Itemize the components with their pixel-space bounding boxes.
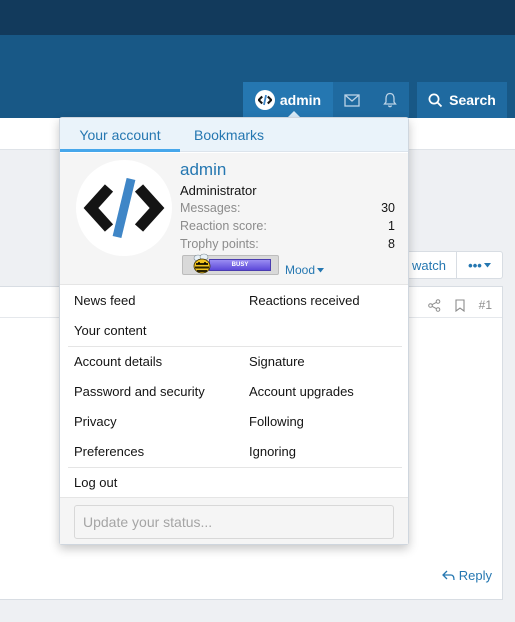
menu-following[interactable]: Following: [249, 414, 304, 429]
stat-value: 1: [388, 219, 395, 233]
user-menu-name: admin: [279, 92, 322, 108]
user-avatar-small: [254, 90, 275, 110]
menu-signature[interactable]: Signature: [249, 354, 305, 369]
bell-icon: [383, 92, 397, 108]
stat-label: Trophy points:: [180, 237, 259, 251]
menu-password-security[interactable]: Password and security: [74, 384, 205, 399]
search-icon: [428, 93, 443, 107]
profile-user-title: Administrator: [180, 183, 257, 198]
code-logo-icon: [83, 177, 165, 239]
mood-label: Mood: [285, 263, 316, 277]
menu-your-content[interactable]: Your content: [74, 323, 147, 338]
code-logo-icon: [257, 94, 272, 106]
alerts-button[interactable]: [371, 82, 409, 118]
profile-username[interactable]: admin: [180, 160, 226, 180]
stat-reaction-score: Reaction score: 1: [180, 219, 395, 233]
mood-badge-text: BUSY: [209, 259, 271, 271]
envelope-icon: [344, 93, 360, 107]
share-icon[interactable]: [427, 298, 441, 312]
caret-down-icon: [483, 262, 491, 267]
menu-privacy[interactable]: Privacy: [74, 414, 117, 429]
search-button[interactable]: Search: [417, 82, 507, 118]
profile-card: admin Administrator Messages: 30 Reactio…: [60, 153, 408, 285]
menu-ignoring[interactable]: Ignoring: [249, 444, 296, 459]
stat-messages: Messages: 30: [180, 201, 395, 215]
menu-account-upgrades[interactable]: Account upgrades: [249, 384, 354, 399]
stat-label: Reaction score:: [180, 219, 267, 233]
reply-button[interactable]: Reply: [441, 568, 492, 583]
stat-label: Messages:: [180, 201, 241, 215]
menu-log-out[interactable]: Log out: [74, 475, 117, 490]
search-label: Search: [449, 92, 496, 108]
menu-divider: [68, 467, 402, 468]
mood-badge: BUSY: [182, 253, 279, 275]
status-input[interactable]: [74, 505, 394, 539]
menu-preferences[interactable]: Preferences: [74, 444, 144, 459]
more-options-button[interactable]: •••: [456, 251, 503, 279]
stat-trophy-points: Trophy points: 8: [180, 237, 395, 251]
tab-your-account[interactable]: Your account: [60, 118, 180, 152]
bookmark-icon[interactable]: [455, 298, 465, 312]
post-number[interactable]: #1: [479, 298, 492, 312]
status-update-area: [60, 497, 408, 544]
mood-dropdown[interactable]: Mood: [285, 263, 325, 277]
menu-news-feed[interactable]: News feed: [74, 293, 135, 308]
conversations-button[interactable]: [333, 82, 371, 118]
tab-bookmarks[interactable]: Bookmarks: [194, 118, 264, 152]
reply-label: Reply: [458, 568, 492, 583]
reply-arrow-icon: [441, 570, 455, 581]
stat-value: 8: [388, 237, 395, 251]
stat-value: 30: [381, 201, 395, 215]
menu-reactions-received[interactable]: Reactions received: [249, 293, 360, 308]
more-options-label: •••: [468, 257, 482, 273]
watch-label: watch: [412, 257, 446, 273]
popup-tabs: Your account Bookmarks: [60, 118, 408, 152]
top-bar: [0, 0, 515, 35]
account-popup: Your account Bookmarks admin Administrat…: [59, 117, 409, 545]
avatar[interactable]: [76, 160, 172, 256]
menu-account-details[interactable]: Account details: [74, 354, 162, 369]
caret-down-icon: [317, 267, 325, 272]
menu-divider: [68, 346, 402, 347]
bee-icon: [193, 253, 211, 274]
